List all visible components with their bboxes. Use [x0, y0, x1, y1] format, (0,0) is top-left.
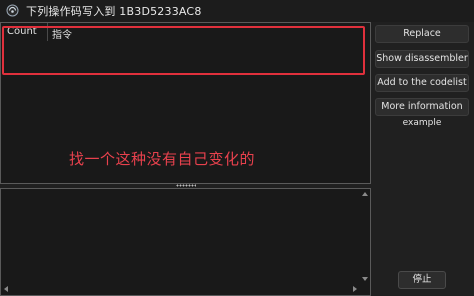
- cheat-engine-icon: [6, 4, 19, 17]
- show-disassembler-button[interactable]: Show disassembler: [375, 50, 469, 68]
- replace-button[interactable]: Replace: [375, 25, 469, 43]
- scroll-up-arrow-icon[interactable]: [362, 192, 368, 196]
- found-code-window: 下列操作码写入到 1B3D5233AC8 Count 指令 找一个这种没有自己变…: [0, 0, 474, 296]
- window-title: 下列操作码写入到 1B3D5233AC8: [26, 5, 202, 18]
- scroll-left-arrow-icon[interactable]: [4, 286, 8, 292]
- scroll-down-arrow-icon[interactable]: [362, 277, 368, 281]
- scroll-right-arrow-icon[interactable]: [353, 286, 357, 292]
- splitter-grip-icon[interactable]: [176, 184, 196, 187]
- add-to-codelist-button[interactable]: Add to the codelist: [375, 74, 469, 92]
- scrollbar-corner: [358, 283, 370, 295]
- example-label: example: [402, 118, 442, 128]
- title-bar[interactable]: 下列操作码写入到 1B3D5233AC8: [0, 0, 474, 22]
- highlight-annotation-box: [2, 26, 365, 75]
- horizontal-scrollbar[interactable]: [1, 283, 359, 295]
- extra-info-panel[interactable]: [0, 188, 371, 296]
- more-information-button[interactable]: More information: [375, 98, 469, 116]
- stop-button[interactable]: 停止: [398, 271, 446, 289]
- opcode-list[interactable]: Count 指令 找一个这种没有自己变化的: [0, 22, 371, 184]
- vertical-scrollbar[interactable]: [359, 189, 370, 283]
- annotation-text: 找一个这种没有自己变化的: [69, 150, 256, 168]
